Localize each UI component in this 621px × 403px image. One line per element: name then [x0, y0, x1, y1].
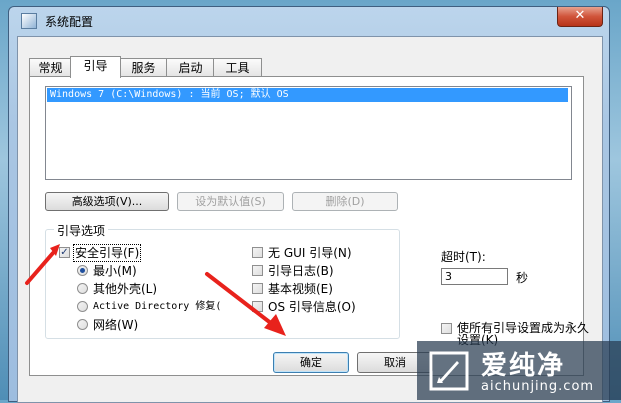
- close-button[interactable]: ✕: [557, 7, 603, 27]
- watermark: 爱纯净 aichunjing.com: [417, 341, 621, 400]
- brand-logo-icon: [429, 351, 469, 391]
- timeout-unit: 秒: [516, 271, 529, 285]
- radio-icon: [77, 283, 88, 294]
- close-icon: ✕: [574, 8, 586, 23]
- set-default-button[interactable]: 设为默认值(S): [177, 192, 284, 211]
- tab-startup[interactable]: 启动: [166, 58, 215, 77]
- brand-url: aichunjing.com: [481, 379, 595, 394]
- delete-button[interactable]: 删除(D): [292, 192, 398, 211]
- ok-button[interactable]: 确定: [273, 352, 349, 373]
- app-icon: [21, 13, 37, 29]
- radio-icon: [77, 301, 88, 312]
- tab-tools[interactable]: 工具: [213, 58, 262, 77]
- advanced-options-button[interactable]: 高级选项(V)...: [45, 192, 169, 211]
- brand-name: 爱纯净: [481, 351, 566, 381]
- boot-options-group: 引导选项 ✓ 安全引导(F) 最小(M) 其他外壳(L) Active Dire…: [45, 222, 400, 339]
- checkbox-icon: [252, 265, 263, 276]
- safe-boot-check-icon: ✓: [59, 247, 70, 258]
- checkbox-icon: [252, 247, 263, 258]
- tab-general[interactable]: 常规: [29, 58, 72, 77]
- checkbox-icon: [252, 283, 263, 294]
- title-bar[interactable]: 系统配置 ✕: [9, 7, 609, 35]
- window-title: 系统配置: [45, 15, 94, 29]
- checkbox-icon: [252, 301, 263, 312]
- radio-selected-icon: [77, 265, 88, 276]
- boot-tab-panel: Windows 7 (C:\Windows) : 当前 OS; 默认 OS 高级…: [29, 76, 589, 376]
- boot-options-title: 引导选项: [54, 222, 109, 239]
- timeout-input[interactable]: 3: [441, 268, 508, 285]
- tab-boot[interactable]: 引导: [70, 56, 121, 78]
- radio-icon: [77, 319, 88, 330]
- checkbox-icon: [441, 323, 452, 334]
- boot-entry-list[interactable]: Windows 7 (C:\Windows) : 当前 OS; 默认 OS: [45, 86, 572, 180]
- tab-services[interactable]: 服务: [119, 58, 168, 77]
- boot-entry-item[interactable]: Windows 7 (C:\Windows) : 当前 OS; 默认 OS: [47, 88, 568, 102]
- timeout-label: 超时(T):: [441, 250, 486, 264]
